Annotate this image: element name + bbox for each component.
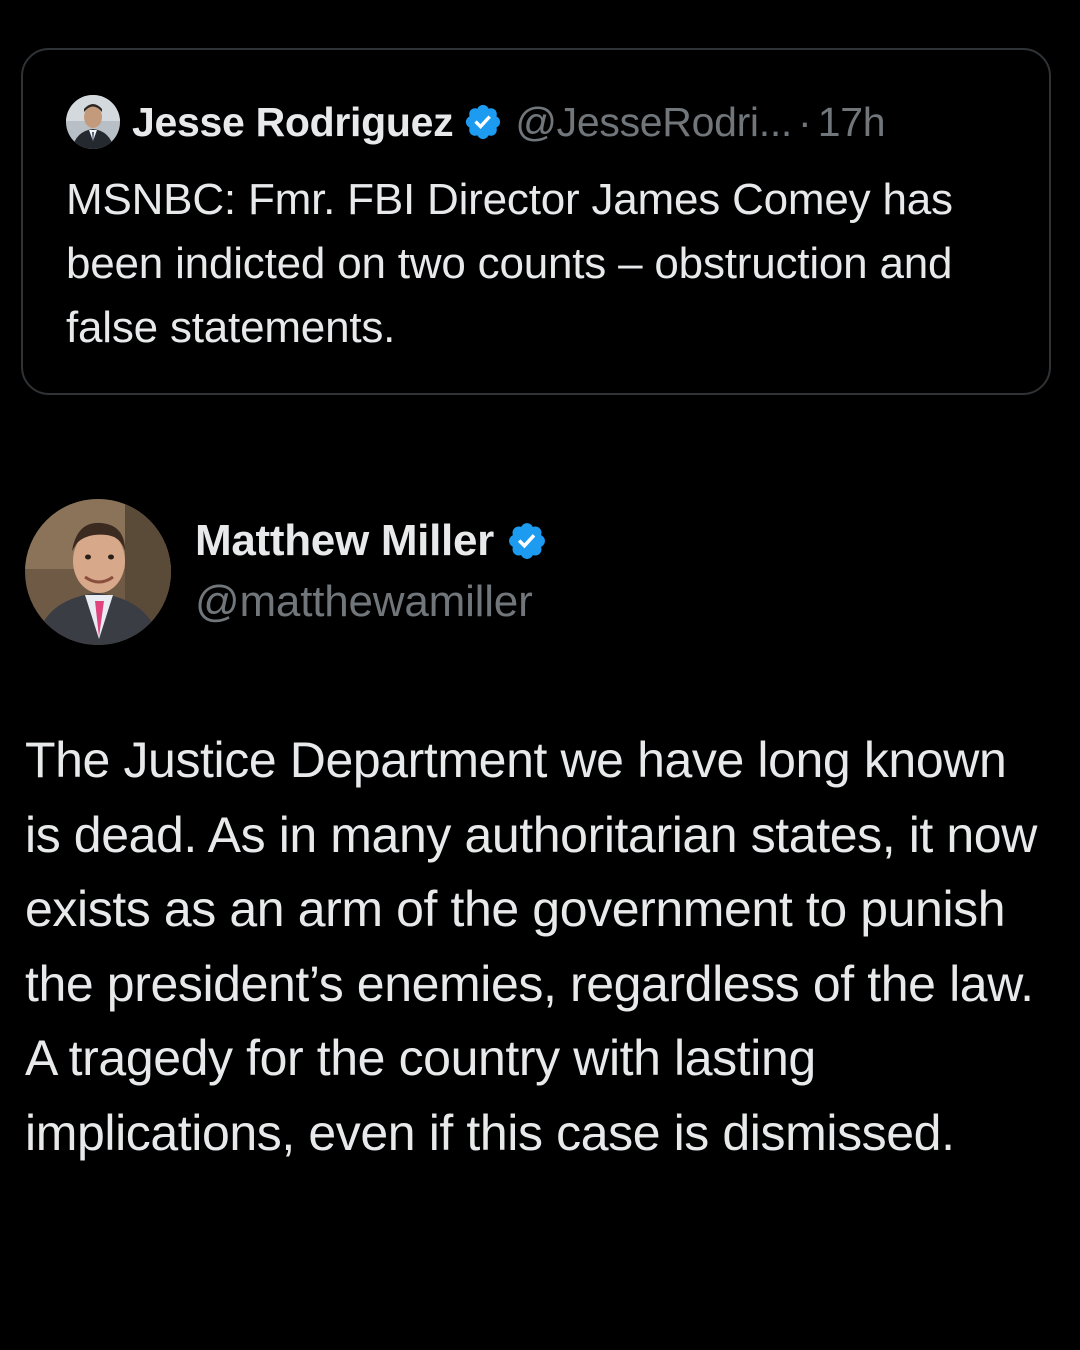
author-name-row: Matthew Miller — [195, 513, 548, 569]
person-avatar-icon — [66, 95, 120, 149]
author-info: Matthew Miller @matthewamiller — [195, 499, 548, 627]
verified-badge-icon — [466, 104, 501, 140]
author-avatar[interactable] — [25, 499, 171, 645]
author-name[interactable]: Matthew Miller — [195, 516, 494, 566]
quoted-tweet-header: Jesse Rodriguez @JesseRodri... · 17h — [66, 94, 886, 150]
quoted-author-handle[interactable]: @JesseRodri... — [515, 99, 792, 146]
author-handle[interactable]: @matthewamiller — [195, 577, 548, 627]
tweet-text: The Justice Department we have long know… — [25, 732, 1037, 1161]
verified-badge-icon — [509, 523, 545, 559]
separator-dot: · — [798, 98, 812, 145]
quoted-tweet-card[interactable]: Jesse Rodriguez @JesseRodri... · 17h MSN… — [21, 48, 1051, 395]
quoted-tweet-timestamp[interactable]: 17h — [818, 99, 886, 146]
quoted-author-name[interactable]: Jesse Rodriguez — [132, 99, 454, 146]
quoted-author-avatar[interactable] — [66, 95, 120, 149]
tweet-author: Matthew Miller @matthewamiller — [25, 499, 548, 645]
quoted-tweet-text: MSNBC: Fmr. FBI Director James Comey has… — [66, 175, 953, 352]
person-avatar-icon — [25, 499, 171, 645]
